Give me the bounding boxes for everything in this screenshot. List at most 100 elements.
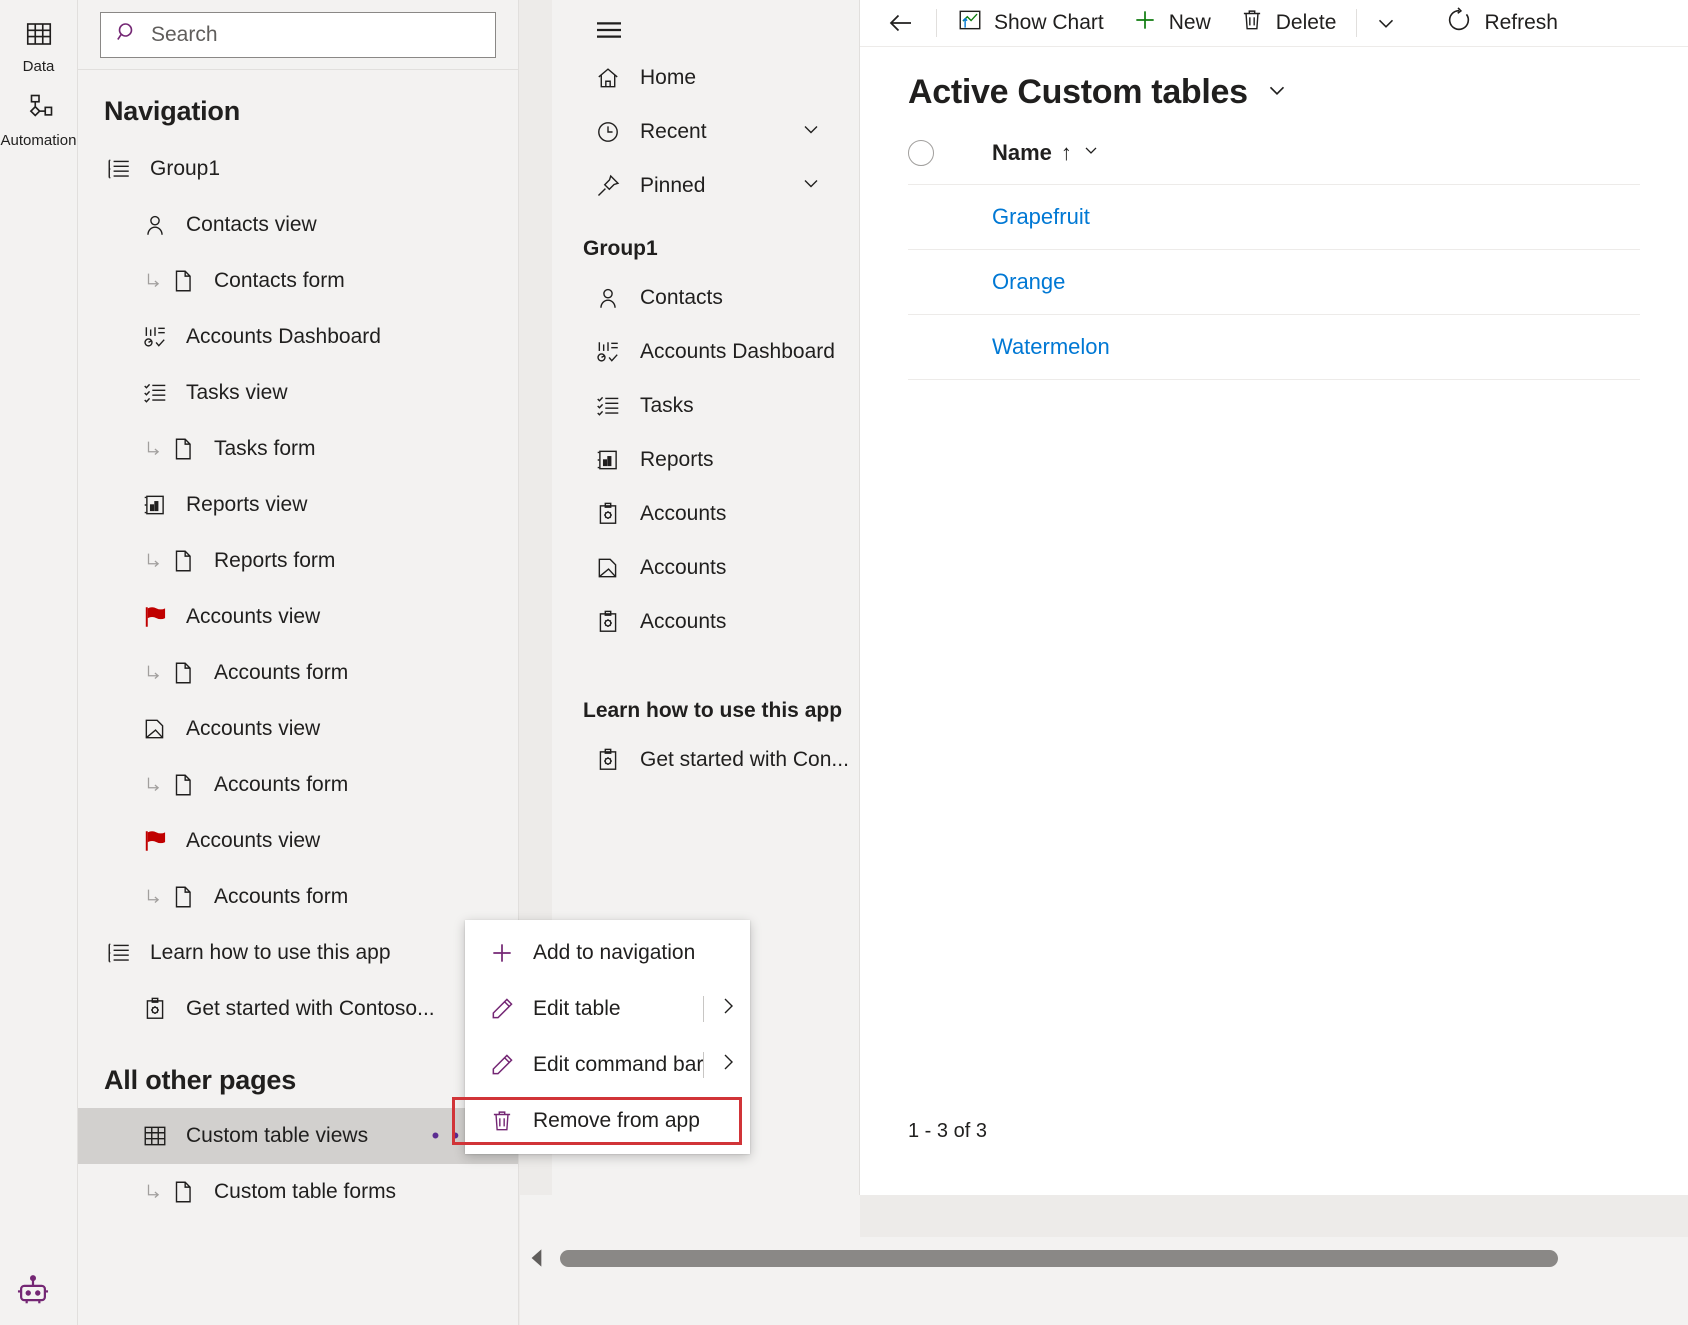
tree-item-accounts-dashboard[interactable]: Accounts Dashboard [78,309,518,365]
menu-item-submenu-area[interactable] [703,1050,740,1080]
sort-ascending-icon[interactable]: ↑ [1061,140,1072,166]
row-select-cell[interactable] [908,249,992,315]
menu-item-edit-table[interactable]: Edit table [465,981,750,1037]
row-select-cell[interactable] [908,314,992,380]
preview-item-contacts[interactable]: Contacts [552,271,859,325]
menu-item-add-to-navigation[interactable]: Add to navigation [465,925,750,981]
table-row[interactable]: Grapefruit [908,184,1640,250]
rail-item-automation[interactable]: Automation [0,84,78,158]
tree-item-accounts-form-2[interactable]: Accounts form [78,757,518,813]
child-arrow-icon [140,438,168,460]
tree-item-tasks-form[interactable]: Tasks form [78,421,518,477]
preview-item-accounts-3[interactable]: Accounts [552,595,859,649]
child-arrow-icon [140,774,168,796]
tree-item-contacts-form[interactable]: Contacts form [78,253,518,309]
tree-item-reports-form[interactable]: Reports form [78,533,518,589]
preview-item-accounts-1[interactable]: Accounts [552,487,859,541]
tree-item-label: Contacts view [186,213,317,236]
record-link[interactable]: Grapefruit [992,204,1090,229]
report-icon [140,492,170,518]
menu-item-label: Add to navigation [533,941,696,964]
tree-item-get-started[interactable]: Get started with Contoso... [78,981,518,1037]
report-icon [593,447,623,473]
tree-item-accounts-form-3[interactable]: Accounts form [78,869,518,925]
menu-item-label: Remove from app [533,1109,700,1132]
pin-icon [593,173,623,199]
select-circle-icon[interactable] [908,140,934,166]
chevron-right-icon[interactable] [716,994,740,1024]
hamburger-icon[interactable] [552,0,859,51]
bot-icon[interactable] [14,1274,52,1317]
tree-item-contacts-view[interactable]: Contacts view [78,197,518,253]
caret-left-icon[interactable] [520,1237,554,1279]
menu-divider [703,996,704,1022]
command-separator [936,9,937,37]
records-grid: Name ↑ Grapefruit Orange Watermelon [908,128,1640,380]
preview-item-recent[interactable]: Recent [552,105,859,159]
tree-item-custom-table-views[interactable]: Custom table views • • • [78,1108,518,1164]
preview-item-tasks[interactable]: Tasks [552,379,859,433]
preview-item-get-started[interactable]: Get started with Con... [552,733,859,787]
row-name-cell[interactable]: Grapefruit [992,184,1632,250]
table-row[interactable]: Orange [908,249,1640,315]
refresh-icon [1445,6,1473,40]
chevron-right-icon[interactable] [716,1050,740,1080]
menu-item-remove-from-app[interactable]: Remove from app [465,1093,750,1149]
record-link[interactable]: Watermelon [992,334,1110,359]
left-rail: Data Automation [0,0,78,1325]
tree-item-accounts-view-1[interactable]: Accounts view [78,589,518,645]
search-box[interactable] [100,11,496,58]
horizontal-scrollbar[interactable] [520,1237,1558,1279]
chevron-down-icon[interactable] [799,117,823,147]
table-grid-icon [140,1123,170,1149]
scrollbar-track[interactable] [560,1237,1558,1279]
show-chart-button[interactable]: Show Chart [943,0,1118,47]
rail-item-data[interactable]: Data [0,10,78,84]
clipboard-gear-icon [593,747,623,773]
preview-item-pinned[interactable]: Pinned [552,159,859,213]
select-all-header[interactable] [908,128,992,185]
preview-item-reports[interactable]: Reports [552,433,859,487]
row-select-cell[interactable] [908,184,992,250]
row-name-cell[interactable]: Watermelon [992,314,1632,380]
scrollbar-thumb[interactable] [560,1249,1558,1267]
record-link[interactable]: Orange [992,269,1065,294]
tree-item-accounts-form-1[interactable]: Accounts form [78,645,518,701]
preview-item-label: Contacts [640,286,723,309]
all-other-pages-title: All other pages [104,1065,297,1095]
plus-icon [487,940,517,966]
chevron-down-icon[interactable] [799,171,823,201]
preview-item-home[interactable]: Home [552,51,859,105]
preview-item-accounts-2[interactable]: Accounts [552,541,859,595]
preview-item-label: Accounts Dashboard [640,340,835,363]
search-area [78,0,518,70]
menu-item-edit-command-bar[interactable]: Edit command bar [465,1037,750,1093]
tree-item-accounts-view-3[interactable]: Accounts view [78,813,518,869]
chevron-down-icon[interactable] [1081,140,1101,166]
refresh-button[interactable]: Refresh [1431,0,1572,47]
trash-icon [487,1108,517,1134]
new-button[interactable]: New [1118,0,1225,47]
column-header-name[interactable]: Name ↑ [992,128,1632,185]
tree-item-learn-group[interactable]: Learn how to use this app [78,925,518,981]
tree-item-custom-table-forms[interactable]: Custom table forms [78,1164,518,1220]
table-row[interactable]: Watermelon [908,314,1640,380]
search-input[interactable] [151,22,481,47]
tree-item-group1[interactable]: Group1 [78,141,518,197]
chevron-down-icon[interactable] [1264,77,1290,108]
tree-item-accounts-view-2[interactable]: Accounts view [78,701,518,757]
tree-item-label: Reports view [186,493,308,516]
tree-item-tasks-view[interactable]: Tasks view [78,365,518,421]
chevron-down-icon[interactable] [1363,0,1409,47]
delete-button[interactable]: Delete [1225,0,1351,47]
pencil-icon [487,1052,517,1078]
preview-item-label: Accounts [640,556,727,579]
back-arrow-icon[interactable] [872,0,930,47]
menu-item-submenu-area[interactable] [703,994,740,1024]
preview-item-label: Accounts [640,502,727,525]
tree-item-reports-view[interactable]: Reports view [78,477,518,533]
view-selector[interactable]: Active Custom tables [908,47,1688,128]
preview-item-accounts-dashboard[interactable]: Accounts Dashboard [552,325,859,379]
main-content: Show Chart New Delete Refresh Active Cus… [860,0,1688,1325]
row-name-cell[interactable]: Orange [992,249,1632,315]
